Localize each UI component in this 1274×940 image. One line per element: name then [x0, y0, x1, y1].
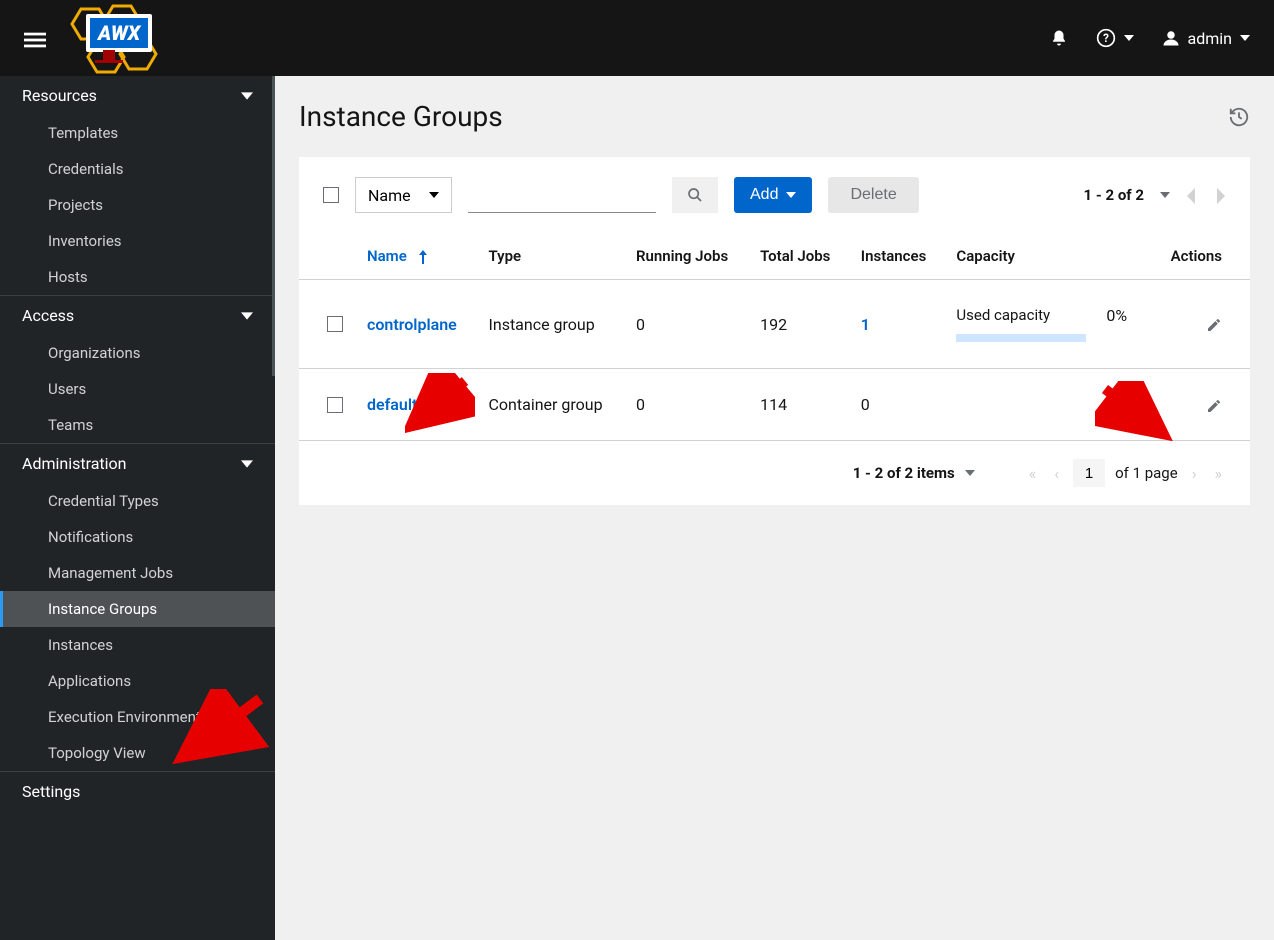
nav-item-templates[interactable]: Templates [0, 115, 275, 151]
toolbar: Name Add Delete 1 - 2 of 2 [299, 157, 1250, 233]
edit-icon[interactable] [1206, 315, 1222, 334]
next-page-icon[interactable] [1214, 185, 1226, 206]
col-actions: Actions [1152, 233, 1250, 280]
user-name-label: admin [1188, 29, 1232, 48]
col-capacity[interactable]: Capacity [944, 233, 1152, 280]
prev-page-icon[interactable]: ‹ [1050, 464, 1063, 483]
help-dropdown[interactable]: ? [1096, 28, 1134, 48]
nav-section-resources[interactable]: Resources [0, 76, 275, 115]
delete-button: Delete [828, 177, 918, 213]
row-checkbox[interactable] [327, 397, 343, 413]
col-instances[interactable]: Instances [849, 233, 945, 280]
capacity-bar [956, 334, 1086, 342]
instance-group-link[interactable]: default [367, 395, 417, 414]
pagination-top: 1 - 2 of 2 [1084, 185, 1226, 206]
table-row: controlplane Instance group 0 192 1 Used… [299, 280, 1250, 369]
nav-section-settings[interactable]: Settings [0, 771, 275, 811]
sort-asc-icon [418, 250, 428, 264]
last-page-icon[interactable]: » [1211, 464, 1227, 483]
svg-text:?: ? [1103, 31, 1109, 45]
page-title: Instance Groups [299, 100, 503, 133]
caret-down-icon [786, 190, 796, 200]
search-button[interactable] [672, 177, 718, 213]
hamburger-menu-icon[interactable] [24, 24, 46, 52]
nav-item-hosts[interactable]: Hosts [0, 259, 275, 295]
nav-section-access[interactable]: Access [0, 295, 275, 335]
page-number-input[interactable] [1073, 459, 1105, 487]
edit-icon[interactable] [1206, 395, 1222, 414]
filter-field-dropdown[interactable]: Name [355, 177, 452, 213]
caret-down-icon[interactable] [1160, 190, 1170, 200]
top-bar: AWX ? admin [0, 0, 1274, 76]
nav-item-credentials[interactable]: Credentials [0, 151, 275, 187]
user-dropdown[interactable]: admin [1162, 29, 1250, 48]
col-name[interactable]: Name [355, 233, 477, 280]
select-all-checkbox[interactable] [323, 187, 339, 203]
instance-group-link[interactable]: controlplane [367, 315, 457, 334]
nav-item-organizations[interactable]: Organizations [0, 335, 275, 371]
nav-item-notifications[interactable]: Notifications [0, 519, 275, 555]
sidebar-nav: ResourcesTemplatesCredentialsProjectsInv… [0, 76, 275, 940]
nav-item-credential-types[interactable]: Credential Types [0, 483, 275, 519]
nav-item-applications[interactable]: Applications [0, 663, 275, 699]
first-page-icon[interactable]: « [1025, 464, 1041, 483]
main-content: Instance Groups Name Add D [275, 76, 1274, 940]
row-checkbox[interactable] [327, 316, 343, 332]
nav-item-topology-view[interactable]: Topology View [0, 735, 275, 771]
col-running-jobs[interactable]: Running Jobs [624, 233, 748, 280]
app-logo[interactable]: AWX [66, 0, 152, 76]
history-icon[interactable] [1228, 106, 1250, 128]
nav-item-users[interactable]: Users [0, 371, 275, 407]
nav-item-inventories[interactable]: Inventories [0, 223, 275, 259]
table-row: default Container group 0 114 0 [299, 369, 1250, 441]
add-button[interactable]: Add [734, 177, 812, 213]
caret-down-icon [429, 190, 439, 200]
notifications-icon[interactable] [1050, 29, 1068, 47]
prev-page-icon[interactable] [1186, 185, 1198, 206]
nav-item-execution-environments[interactable]: Execution Environments [0, 699, 275, 735]
search-input[interactable] [468, 177, 656, 213]
instances-link[interactable]: 1 [861, 315, 870, 334]
search-icon [687, 187, 703, 203]
nav-item-instances[interactable]: Instances [0, 627, 275, 663]
nav-item-management-jobs[interactable]: Management Jobs [0, 555, 275, 591]
caret-down-icon[interactable] [965, 468, 975, 478]
col-total-jobs[interactable]: Total Jobs [748, 233, 849, 280]
nav-section-administration[interactable]: Administration [0, 443, 275, 483]
nav-item-projects[interactable]: Projects [0, 187, 275, 223]
nav-item-instance-groups[interactable]: Instance Groups [0, 591, 275, 627]
list-card: Name Add Delete 1 - 2 of 2 [299, 157, 1250, 505]
nav-item-teams[interactable]: Teams [0, 407, 275, 443]
next-page-icon[interactable]: › [1188, 464, 1201, 483]
col-type[interactable]: Type [477, 233, 624, 280]
pagination-bottom: 1 - 2 of 2 items « ‹ of 1 page › » [299, 441, 1250, 505]
instance-groups-table: Name Type Running Jobs Total Jobs Instan… [299, 233, 1250, 441]
